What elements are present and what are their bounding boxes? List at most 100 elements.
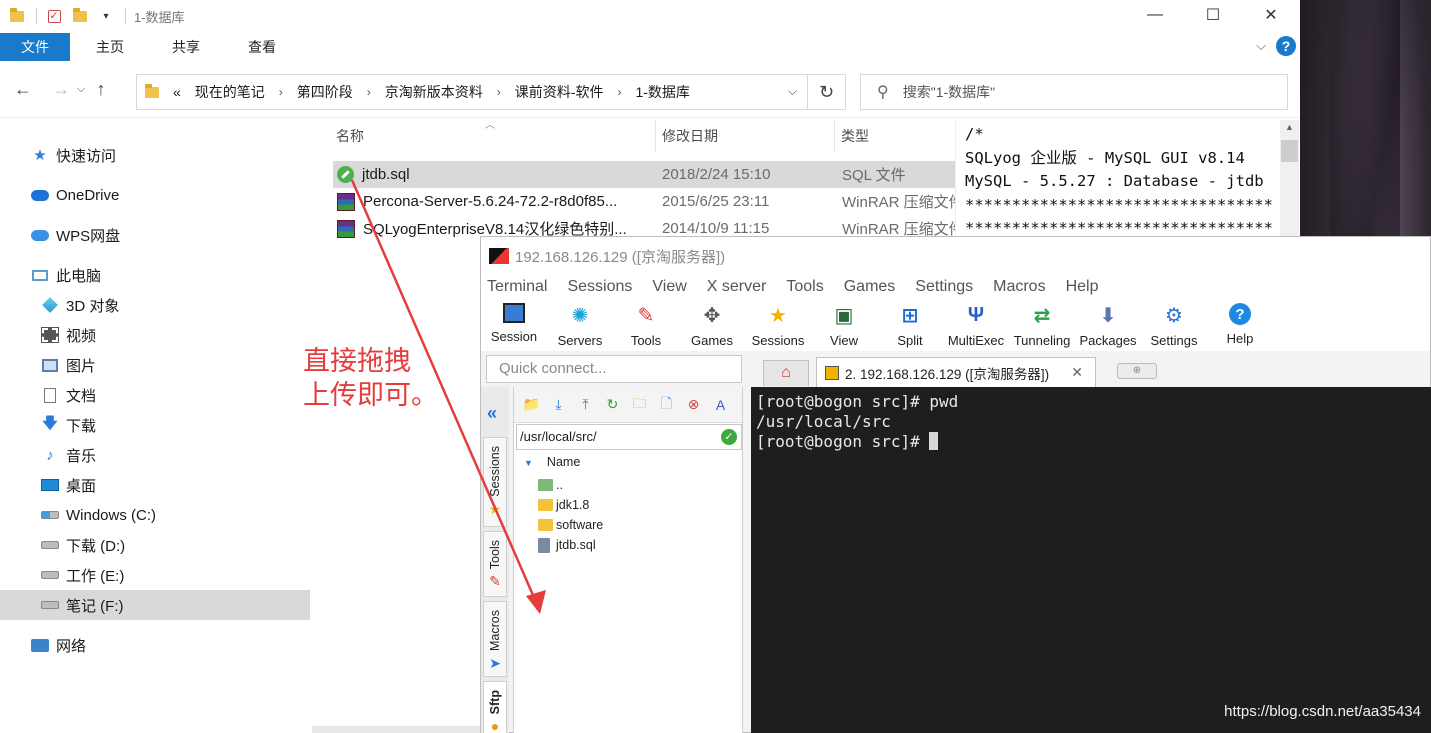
tab-share[interactable]: 共享	[154, 33, 218, 61]
file-row[interactable]: Percona-Server-5.6.24-72.2-r8d0f85... 20…	[333, 188, 955, 215]
breadcrumb[interactable]: 京淘新版本资料	[385, 82, 483, 102]
up-button[interactable]: ↑	[88, 79, 114, 100]
chevron-right-icon[interactable]: ›	[367, 85, 371, 99]
forward-button[interactable]: →	[48, 79, 74, 100]
parent-folder-icon[interactable]: 📁	[518, 396, 545, 413]
new-file-icon[interactable]: 🗋	[653, 393, 680, 417]
file-row[interactable]: jtdb.sql 2018/2/24 15:10 SQL 文件	[333, 161, 955, 188]
toolbar-games-button[interactable]: ✥ Games	[679, 299, 745, 351]
sidebar-item-videos[interactable]: 视频	[40, 320, 96, 350]
properties-icon[interactable]: ✓	[45, 7, 63, 25]
rename-icon[interactable]: A	[707, 397, 734, 413]
minimize-button[interactable]: —	[1126, 0, 1184, 30]
upload-icon[interactable]: ⤒	[572, 396, 599, 413]
breadcrumb[interactable]: 现在的笔记	[195, 82, 265, 102]
sftp-item-jtdb-sql[interactable]: jtdb.sql	[538, 535, 596, 555]
sidebar-tab-macros[interactable]: Macros ➤	[483, 601, 507, 677]
sidebar-tab-sftp[interactable]: Sftp ●	[483, 681, 507, 733]
chevron-right-icon[interactable]: ›	[617, 85, 621, 99]
column-type[interactable]: 类型	[835, 120, 955, 152]
refresh-icon[interactable]: ↻	[599, 396, 626, 413]
sidebar-tab-tools[interactable]: Tools ✎	[483, 531, 507, 597]
toolbar-sessions-button[interactable]: ★ Sessions	[745, 299, 811, 351]
toolbar-help-button[interactable]: ? Help	[1207, 299, 1273, 351]
sidebar-item-network[interactable]: 网络	[30, 630, 86, 660]
terminal[interactable]: [root@bogon src]# pwd/usr/local/src [root…	[751, 387, 1431, 733]
address-bar[interactable]: « 现在的笔记 › 第四阶段 › 京淘新版本资料 › 课前资料-软件 › 1-数…	[136, 74, 808, 110]
toolbar-session-button[interactable]: Session	[481, 299, 547, 351]
chevron-right-icon[interactable]: ›	[497, 85, 501, 99]
download-icon[interactable]: ⤓	[545, 396, 572, 413]
recent-locations-icon[interactable]: ⌵	[74, 83, 88, 96]
new-tab-button[interactable]: ⊕	[1117, 363, 1157, 379]
menu-view[interactable]: View	[652, 278, 686, 296]
follow-terminal-icon[interactable]: ✓	[721, 429, 737, 445]
toolbar-tools-button[interactable]: ✎ Tools	[613, 299, 679, 351]
menu-settings[interactable]: Settings	[915, 278, 973, 296]
home-tab[interactable]: ⌂	[763, 360, 809, 386]
delete-icon[interactable]: ⊗	[680, 396, 707, 413]
quick-connect-input[interactable]: Quick connect...	[486, 355, 742, 383]
refresh-button[interactable]: ↻	[808, 74, 846, 110]
sidebar-item-drive-d[interactable]: 下载 (D:)	[40, 530, 125, 560]
menu-tools[interactable]: Tools	[786, 278, 823, 296]
sidebar-item-quick-access[interactable]: ★ 快速访问	[30, 140, 116, 170]
toolbar-split-button[interactable]: ⊞ Split	[877, 299, 943, 351]
breadcrumb[interactable]: 1-数据库	[635, 82, 689, 102]
menu-macros[interactable]: Macros	[993, 278, 1045, 296]
help-icon[interactable]: ?	[1276, 36, 1296, 56]
address-prefix[interactable]: «	[173, 84, 181, 100]
close-tab-icon[interactable]: ✕	[1071, 364, 1083, 381]
tab-view[interactable]: 查看	[230, 33, 294, 61]
sidebar-item-drive-e[interactable]: 工作 (E:)	[40, 560, 124, 590]
sidebar-item-documents[interactable]: 文档	[40, 380, 96, 410]
sftp-item-software[interactable]: software	[538, 515, 603, 535]
sidebar-item-downloads[interactable]: 🡇 下载	[40, 410, 96, 440]
sidebar-item-drive-f[interactable]: 笔记 (F:)	[0, 590, 310, 620]
toolbar-tunneling-button[interactable]: ⇄ Tunneling	[1009, 299, 1075, 351]
column-date[interactable]: 修改日期	[656, 120, 835, 152]
menu-x-server[interactable]: X server	[707, 278, 767, 296]
sidebar-item-drive-c[interactable]: Windows (C:)	[40, 500, 156, 530]
sidebar-item-desktop[interactable]: 桌面	[40, 470, 96, 500]
sftp-column-name[interactable]: ▼ Name	[524, 455, 580, 469]
collapse-sidebar-icon[interactable]: «	[487, 403, 497, 424]
toolbar-packages-button[interactable]: ⬇ Packages	[1075, 299, 1141, 351]
search-input[interactable]: ⚲ 搜索"1-数据库"	[860, 74, 1288, 110]
menu-sessions[interactable]: Sessions	[567, 278, 632, 296]
sidebar-item-3d-objects[interactable]: 3D 对象	[40, 290, 119, 320]
sftp-item-parent[interactable]: ..	[538, 475, 563, 495]
preview-scrollbar[interactable]: ▲	[1280, 120, 1299, 240]
toolbar-servers-button[interactable]: ✺ Servers	[547, 299, 613, 351]
expand-ribbon-icon[interactable]: ⌵	[1256, 38, 1266, 54]
customize-quick-access-icon[interactable]: ▾	[97, 7, 115, 25]
chevron-right-icon[interactable]: ›	[279, 85, 283, 99]
sidebar-item-pictures[interactable]: 图片	[40, 350, 96, 380]
menu-help[interactable]: Help	[1066, 278, 1099, 296]
back-button[interactable]: ←	[10, 79, 36, 100]
menu-terminal[interactable]: Terminal	[487, 278, 547, 296]
session-tab[interactable]: 2. 192.168.126.129 ([京淘服务器]) ✕	[816, 357, 1096, 387]
sidebar-item-wps[interactable]: WPS网盘	[30, 220, 120, 250]
maximize-button[interactable]: ☐	[1184, 0, 1242, 30]
scroll-up-icon[interactable]: ▲	[1285, 122, 1294, 132]
breadcrumb[interactable]: 课前资料-软件	[515, 82, 604, 102]
horizontal-scrollbar[interactable]	[312, 726, 482, 733]
sidebar-item-music[interactable]: ♪ 音乐	[40, 440, 96, 470]
new-folder-icon[interactable]	[71, 7, 89, 25]
breadcrumb[interactable]: 第四阶段	[297, 82, 353, 102]
toolbar-view-button[interactable]: ▣ View	[811, 299, 877, 351]
toolbar-settings-button[interactable]: ⚙ Settings	[1141, 299, 1207, 351]
sidebar-item-this-pc[interactable]: 此电脑	[30, 260, 101, 290]
chevron-down-icon[interactable]: ⌵	[788, 84, 797, 99]
sidebar-item-onedrive[interactable]: OneDrive	[30, 180, 119, 210]
menu-games[interactable]: Games	[844, 278, 896, 296]
sftp-item-jdk[interactable]: jdk1.8	[538, 495, 589, 515]
sftp-path-input[interactable]: /usr/local/src/ ✓	[516, 424, 742, 450]
tab-file[interactable]: 文件	[0, 33, 70, 61]
close-button[interactable]: ✕	[1242, 0, 1300, 30]
toolbar-multiexec-button[interactable]: Ψ MultiExec	[943, 299, 1009, 351]
new-folder-icon[interactable]: 🗀	[626, 393, 653, 417]
sidebar-tab-sessions[interactable]: Sessions ★	[483, 437, 507, 527]
tab-home[interactable]: 主页	[78, 33, 142, 61]
